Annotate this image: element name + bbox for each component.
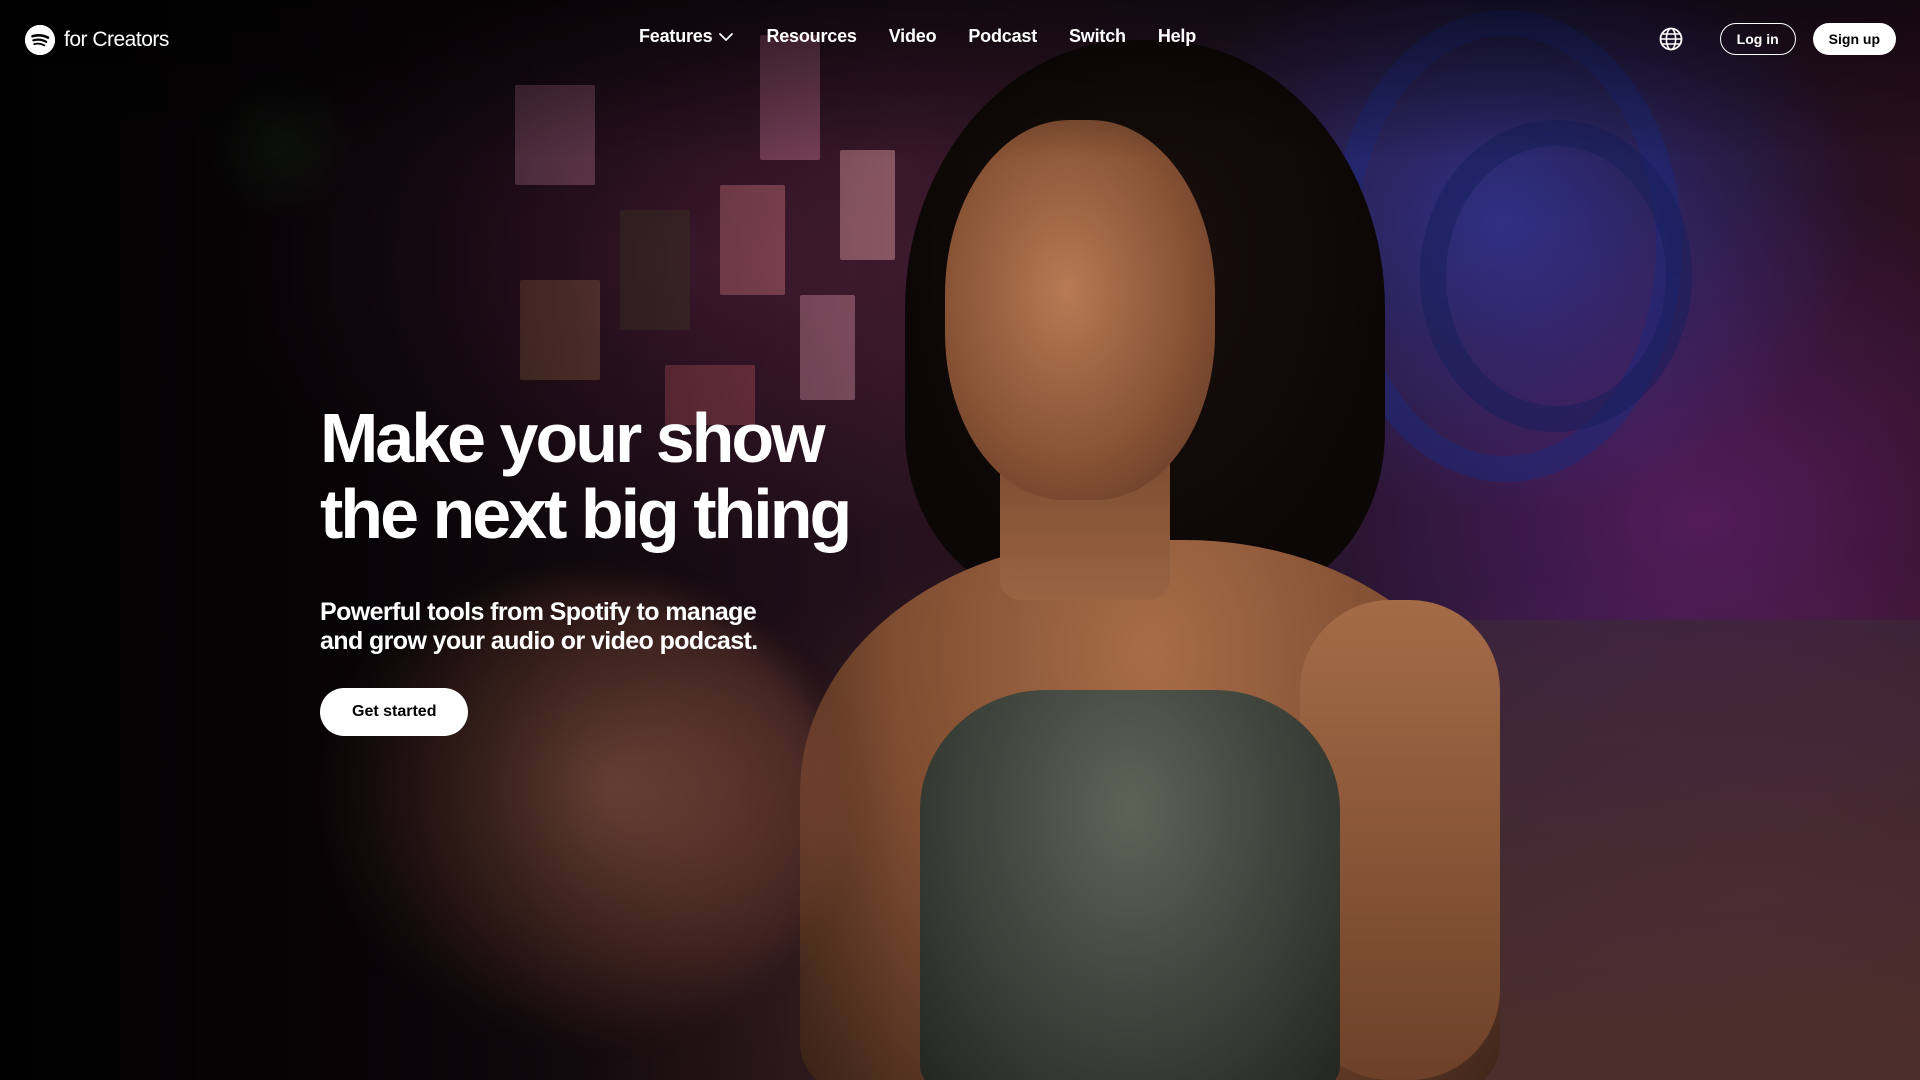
nav-item-podcast[interactable]: Podcast [968,26,1037,47]
globe-icon[interactable] [1658,26,1684,52]
nav-item-features[interactable]: Features [639,26,734,47]
nav-item-resources[interactable]: Resources [766,26,856,47]
person-top [920,690,1340,1080]
nav-item-help[interactable]: Help [1158,26,1196,47]
hero-subtitle-line: Powerful tools from Spotify to manage [320,598,757,626]
hero-title: Make your show the next big thing [320,400,880,552]
nav-item-video[interactable]: Video [889,26,937,47]
page: for Creators Features Resources Video Po… [0,0,1920,1080]
header-actions: Log in Sign up [1658,23,1896,55]
chevron-down-icon [719,32,734,41]
hero-section: Make your show the next big thing Powerf… [320,400,880,736]
brand-home-link[interactable]: for Creators [25,24,169,56]
bed [1450,620,1920,1080]
main-nav: Features Resources Video Podcast Switch … [639,26,1196,47]
spotify-logo-icon [25,25,55,55]
nav-item-switch[interactable]: Switch [1069,26,1126,47]
brand-text: for Creators [64,28,169,51]
hero-title-line: Make your show [320,399,826,477]
login-button[interactable]: Log in [1719,23,1796,55]
hero-background-image [0,0,1920,1080]
signup-button[interactable]: Sign up [1812,23,1896,55]
hero-subtitle-line: and grow your audio or video podcast. [320,627,758,655]
nav-item-label: Features [639,26,713,46]
wall-swirl [1420,120,1692,432]
get-started-button[interactable]: Get started [320,688,469,736]
person-face [945,120,1215,500]
hero-title-line: the next big thing [320,475,852,553]
hero-subtitle: Powerful tools from Spotify to manage an… [320,598,790,656]
site-header: for Creators Features Resources Video Po… [0,0,1920,80]
